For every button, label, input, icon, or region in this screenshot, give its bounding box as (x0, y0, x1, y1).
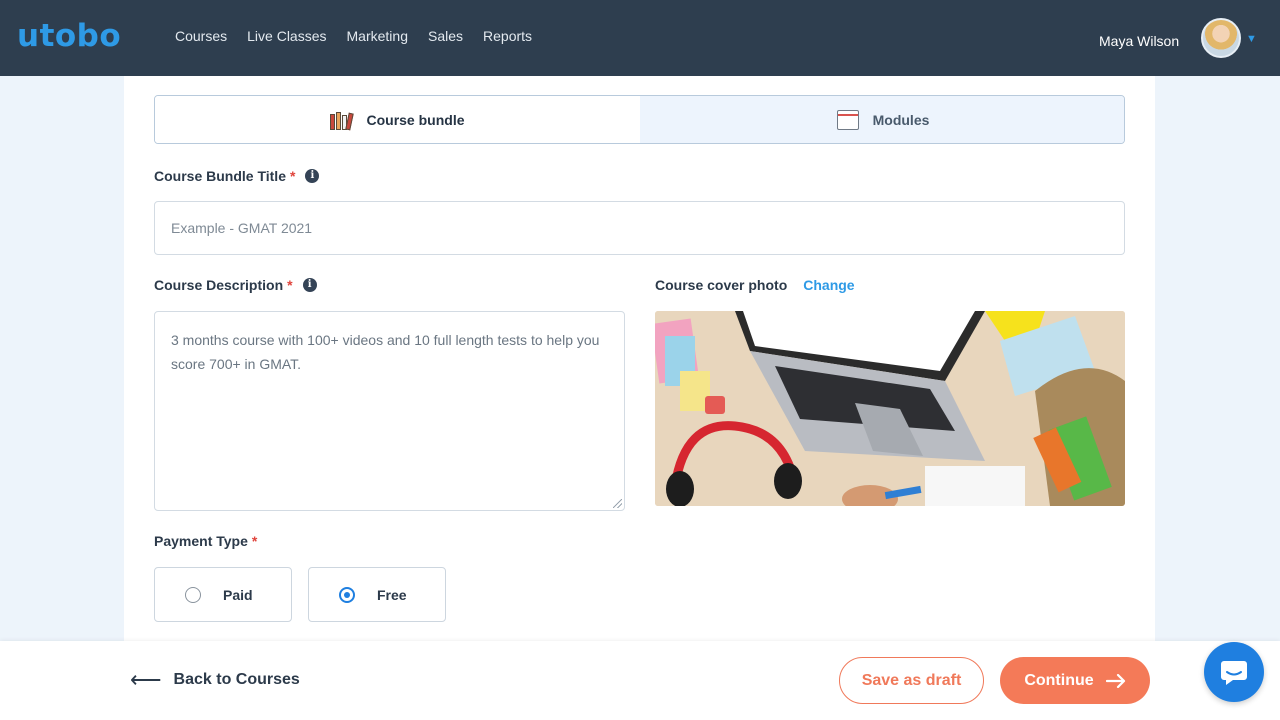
paid-radio[interactable] (185, 586, 201, 603)
nav-item-sales[interactable]: Sales (428, 28, 463, 44)
books-icon (330, 110, 355, 130)
save-as-draft-button[interactable]: Save as draft (839, 657, 984, 704)
nav-item-courses[interactable]: Courses (175, 28, 227, 44)
continue-button[interactable]: Continue (1000, 657, 1150, 704)
required-mark: * (289, 168, 296, 184)
required-mark: * (251, 533, 258, 549)
info-icon[interactable]: i (305, 169, 320, 183)
arrow-left-icon: ⟵ (130, 667, 162, 692)
tab-label: Course bundle (366, 111, 465, 128)
back-to-courses-link[interactable]: ⟵ Back to Courses (130, 667, 300, 693)
payment-option-free[interactable]: Free (308, 567, 446, 622)
payment-option-label: Paid (223, 586, 253, 603)
continue-label: Continue (1024, 671, 1094, 689)
payment-option-label: Free (377, 586, 407, 603)
course-bundle-title-input[interactable] (154, 201, 1125, 255)
payment-type-label: Payment Type * (154, 533, 258, 549)
required-mark: * (287, 277, 293, 293)
course-bundle-title-label: Course Bundle Title * i (154, 168, 320, 184)
chat-support-button[interactable] (1204, 642, 1264, 702)
folder-icon (836, 109, 859, 130)
nav-item-marketing[interactable]: Marketing (347, 28, 408, 44)
main-nav: Courses Live Classes Marketing Sales Rep… (175, 28, 532, 44)
arrow-right-icon (1105, 673, 1125, 688)
chat-icon (1221, 661, 1247, 685)
nav-item-live-classes[interactable]: Live Classes (247, 28, 326, 44)
back-label: Back to Courses (173, 671, 300, 688)
tab-course-bundle[interactable]: Course bundle (155, 96, 640, 143)
info-icon[interactable]: i (302, 278, 317, 292)
resize-handle[interactable] (613, 499, 622, 508)
change-cover-link[interactable]: Change (803, 277, 854, 293)
utobo-logo[interactable]: utobo (17, 18, 121, 54)
tab-modules[interactable]: Modules (640, 96, 1124, 143)
free-radio[interactable] (339, 586, 355, 603)
nav-item-reports[interactable]: Reports (483, 28, 532, 44)
course-description-textarea[interactable]: 3 months course with 100+ videos and 10 … (154, 311, 625, 511)
course-cover-photo-label: Course cover photo Change (655, 277, 855, 293)
user-name[interactable]: Maya Wilson (1099, 33, 1179, 49)
tab-label: Modules (872, 111, 930, 128)
chevron-down-icon[interactable]: ▼ (1246, 33, 1257, 45)
course-description-label: Course Description * i (154, 277, 317, 293)
top-navigation-bar: utobo Courses Live Classes Marketing Sal… (0, 0, 1280, 76)
bundle-tabs: Course bundle Modules (154, 95, 1125, 144)
payment-option-paid[interactable]: Paid (154, 567, 292, 622)
course-cover-image (655, 311, 1125, 506)
cover-photo-illustration (655, 311, 1125, 506)
user-avatar[interactable] (1201, 18, 1241, 58)
